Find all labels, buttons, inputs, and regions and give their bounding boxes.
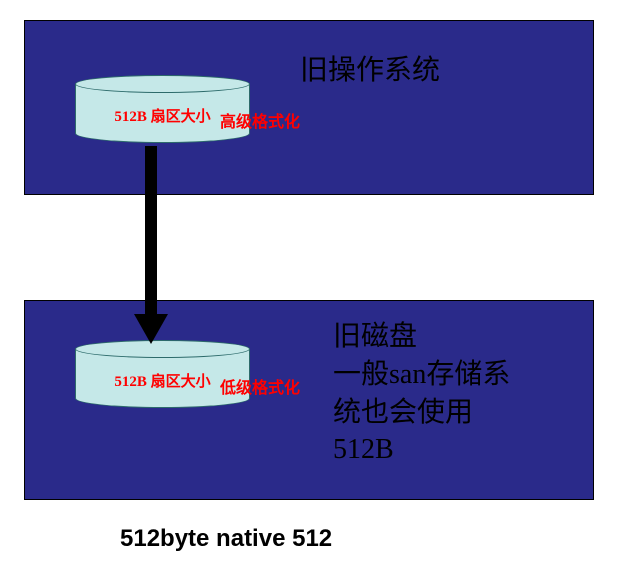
bottom-title-line4: 512B [333,434,394,465]
top-box-title: 旧操作系统 [300,48,440,88]
bottom-format-label: 低级格式化 [220,374,300,398]
arrow-head-icon [134,314,168,344]
bottom-title-line3: 统也会使用 [333,397,473,428]
cylinder-top-ellipse [75,75,250,93]
top-format-label: 高级格式化 [220,108,300,132]
bottom-box-title: 旧磁盘 一般san存储系 统也会使用 512B [333,318,583,469]
bottom-title-line1: 旧磁盘 [333,321,417,352]
bottom-title-line2: 一般san存储系 [333,359,510,390]
arrow-shaft [145,146,157,316]
arrow-down [138,146,164,346]
diagram-caption: 512byte native 512 [120,525,332,553]
